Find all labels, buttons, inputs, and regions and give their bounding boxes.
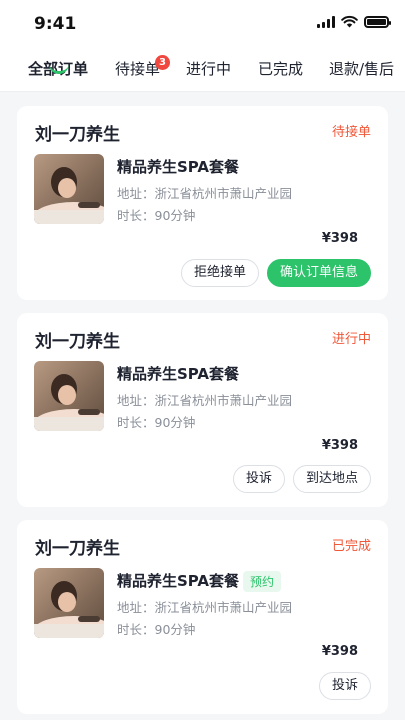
duration-value: 90分钟: [154, 208, 196, 223]
order-price: ¥398: [321, 644, 358, 659]
status-time: 9:41: [34, 14, 77, 34]
status-bar: 9:41: [0, 0, 405, 48]
order-price: ¥398: [321, 231, 358, 246]
duration-line: 时长：90分钟: [117, 619, 195, 638]
product-name: 精品养生SPA套餐: [117, 158, 240, 176]
complain-button[interactable]: 投诉: [319, 672, 371, 700]
product-name: 精品养生SPA套餐: [117, 572, 240, 590]
signal-icon: [317, 15, 335, 28]
shop-name: 刘一刀养生: [35, 332, 120, 352]
order-status: 待接单: [331, 125, 371, 140]
duration-label: 时长：: [117, 415, 155, 430]
address-value: 浙江省杭州市萧山产业园: [154, 393, 293, 408]
address-label: 地址：: [117, 186, 155, 201]
booking-tag: 预约: [243, 571, 282, 592]
arrive-location-button[interactable]: 到达地点: [293, 465, 371, 493]
tab-pending[interactable]: 待接单: [115, 58, 160, 79]
order-price: ¥398: [321, 438, 358, 453]
address-label: 地址：: [117, 393, 155, 408]
duration-line: 时长：90分钟: [117, 205, 195, 224]
product-thumbnail: [34, 154, 104, 224]
duration-label: 时长：: [117, 622, 155, 637]
battery-icon: [364, 15, 391, 28]
product-thumbnail: [34, 361, 104, 431]
wifi-icon: [341, 15, 358, 28]
confirm-order-button[interactable]: 确认订单信息: [267, 259, 371, 287]
duration-value: 90分钟: [154, 622, 196, 637]
address-line: 地址：浙江省杭州市萧山产业园: [117, 183, 292, 202]
status-icons: [317, 15, 391, 28]
duration-line: 时长：90分钟: [117, 412, 195, 431]
duration-value: 90分钟: [154, 415, 196, 430]
order-status: 进行中: [331, 332, 371, 347]
reject-order-button[interactable]: 拒绝接单: [181, 259, 259, 287]
product-name: 精品养生SPA套餐: [117, 365, 240, 383]
shop-name: 刘一刀养生: [35, 539, 120, 559]
tab-completed[interactable]: 已完成: [258, 58, 303, 79]
product-thumbnail: [34, 568, 104, 638]
complain-button[interactable]: 投诉: [233, 465, 285, 493]
order-card[interactable]: 刘一刀养生 进行中 精品养生SPA套餐 地址：浙江省杭州市萧山产业园 时长：90…: [17, 313, 388, 507]
address-value: 浙江省杭州市萧山产业园: [154, 186, 293, 201]
tab-in-progress[interactable]: 进行中: [186, 58, 231, 79]
tab-refund[interactable]: 退款/售后: [329, 58, 394, 79]
address-label: 地址：: [117, 600, 155, 615]
order-card[interactable]: 刘一刀养生 待接单 精品养生SPA套餐 地址：浙江省杭州市萧山产业园 时长：90…: [17, 106, 388, 300]
address-line: 地址：浙江省杭州市萧山产业园: [117, 390, 292, 409]
order-status: 已完成: [331, 539, 371, 554]
address-value: 浙江省杭州市萧山产业园: [154, 600, 293, 615]
order-card[interactable]: 刘一刀养生 已完成 精品养生SPA套餐 预约 地址：浙江省杭州市萧山产业园 时长…: [17, 520, 388, 714]
shop-name: 刘一刀养生: [35, 125, 120, 145]
duration-label: 时长：: [117, 208, 155, 223]
pending-count-badge: 3: [155, 55, 170, 70]
address-line: 地址：浙江省杭州市萧山产业园: [117, 597, 292, 616]
